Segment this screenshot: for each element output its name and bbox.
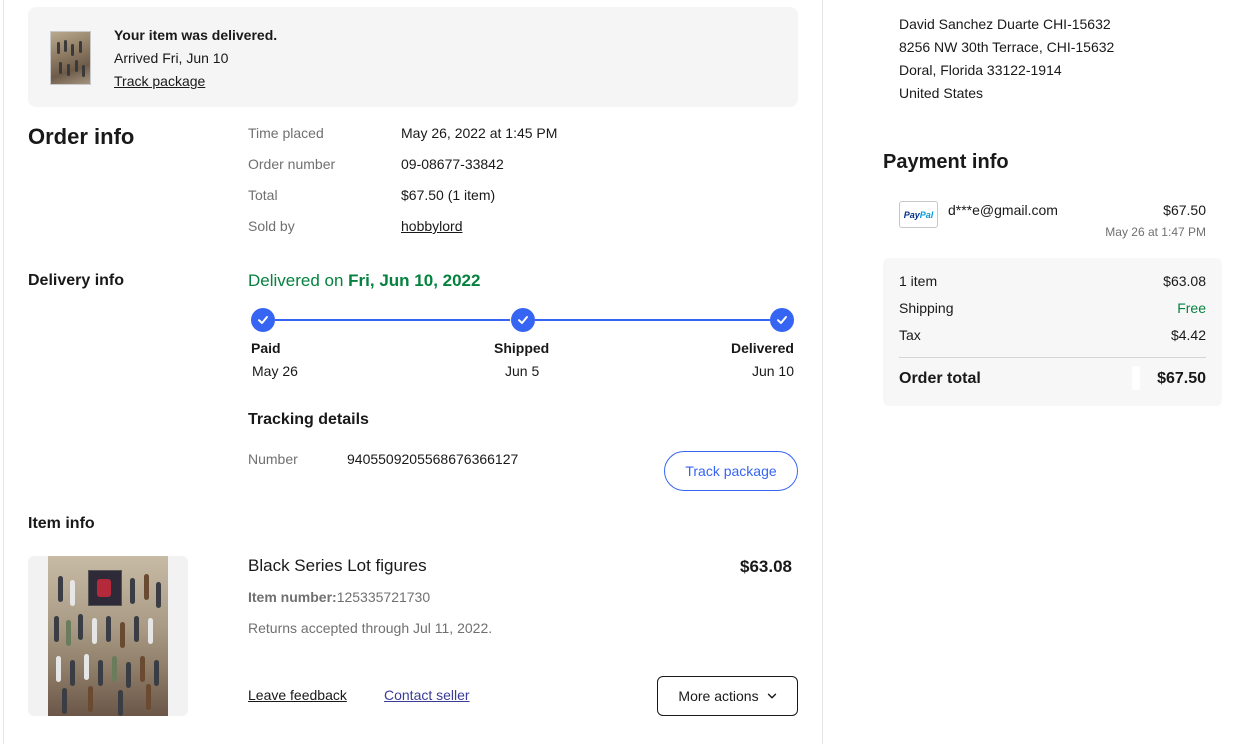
- delivered-status: Delivered on Fri, Jun 10, 2022: [248, 271, 480, 291]
- paypal-logo-pay: Pay: [903, 209, 920, 220]
- step-shipped-date: Jun 5: [505, 363, 540, 379]
- order-info-heading: Order info: [28, 124, 135, 149]
- order-number-label: Order number: [248, 156, 336, 172]
- summary-shipping-value: Free: [1177, 300, 1206, 316]
- step-shipped-check-icon: [511, 308, 535, 332]
- summary-shipping-label: Shipping: [899, 300, 954, 316]
- item-number-value: 125335721730: [336, 589, 431, 605]
- tracking-details-heading: Tracking details: [248, 411, 369, 428]
- delivered-banner: Your item was delivered. Arrived Fri, Ju…: [28, 7, 798, 107]
- banner-item-thumbnail[interactable]: [50, 31, 91, 85]
- item-price: $63.08: [740, 557, 792, 576]
- payment-amount: $67.50: [1163, 202, 1206, 218]
- order-summary: 1 item $63.08 Shipping Free Tax $4.42 Or…: [883, 258, 1222, 406]
- banner-title: Your item was delivered.: [114, 27, 278, 43]
- paypal-logo-icon: Pay Pal: [899, 201, 938, 228]
- progress-line-2: [535, 319, 770, 321]
- progress-line-1: [275, 319, 510, 321]
- total-label: Total: [248, 187, 278, 203]
- time-placed-label: Time placed: [248, 125, 324, 141]
- tracking-number-label: Number: [248, 451, 298, 467]
- banner-arrived-text: Arrived Fri, Jun 10: [114, 50, 229, 66]
- item-title[interactable]: Black Series Lot figures: [248, 556, 427, 576]
- step-delivered-label: Delivered: [730, 340, 794, 356]
- step-paid-check-icon: [251, 308, 275, 332]
- summary-tax-value: $4.42: [1170, 327, 1206, 343]
- summary-divider: [899, 357, 1206, 358]
- more-actions-button[interactable]: More actions: [657, 676, 798, 716]
- address-city: Doral, Florida 33122-1914: [899, 62, 1062, 78]
- item-number-label: Item number:: [248, 589, 337, 605]
- delivered-status-date: Fri, Jun 10, 2022: [348, 271, 481, 290]
- item-info-heading: Item info: [28, 515, 95, 532]
- step-paid-label: Paid: [251, 340, 281, 356]
- left-border: [3, 0, 4, 744]
- chevron-down-icon: [767, 693, 776, 699]
- track-package-button[interactable]: Track package: [664, 451, 798, 491]
- returns-policy-text: Returns accepted through Jul 11, 2022.: [248, 620, 493, 636]
- order-total-label: Order total: [899, 370, 981, 387]
- paypal-logo-pal: Pal: [919, 209, 934, 220]
- more-actions-label: More actions: [678, 688, 759, 704]
- address-street: 8256 NW 30th Terrace, CHI-15632: [899, 39, 1115, 55]
- order-total-value: $67.50: [1157, 370, 1206, 387]
- sold-by-label: Sold by: [248, 218, 295, 234]
- seller-link[interactable]: hobbylord: [401, 218, 463, 234]
- time-placed-value: May 26, 2022 at 1:45 PM: [401, 125, 558, 141]
- address-name: David Sanchez Duarte CHI-15632: [899, 16, 1111, 32]
- step-delivered-date: Jun 10: [751, 363, 794, 379]
- summary-items-value: $63.08: [1163, 273, 1206, 289]
- delivered-status-prefix: Delivered on: [248, 271, 349, 290]
- contact-seller-link[interactable]: Contact seller: [384, 687, 470, 703]
- banner-track-package-link[interactable]: Track package: [114, 73, 205, 89]
- step-shipped-label: Shipped: [494, 340, 550, 356]
- address-country: United States: [899, 85, 984, 101]
- payment-date: May 26 at 1:47 PM: [1105, 225, 1206, 239]
- summary-tax-label: Tax: [899, 327, 921, 343]
- item-photo[interactable]: [28, 556, 188, 716]
- order-number-value: 09-08677-33842: [401, 156, 504, 172]
- payment-email: d***e@gmail.com: [948, 202, 1058, 218]
- delivery-info-heading: Delivery info: [28, 272, 125, 289]
- payment-info-heading: Payment info: [883, 151, 1009, 173]
- item-photo-image: [48, 556, 168, 716]
- order-total-spacer: [1132, 366, 1140, 390]
- tracking-number-value: 9405509205568676366127: [347, 451, 519, 467]
- step-delivered-check-icon: [770, 308, 794, 332]
- total-value: $67.50 (1 item): [401, 187, 496, 203]
- step-paid-date: May 26: [252, 363, 298, 379]
- column-divider: [822, 0, 823, 744]
- item-number: Item number:125335721730: [248, 589, 430, 605]
- summary-items-label: 1 item: [899, 273, 938, 289]
- leave-feedback-link[interactable]: Leave feedback: [248, 687, 347, 703]
